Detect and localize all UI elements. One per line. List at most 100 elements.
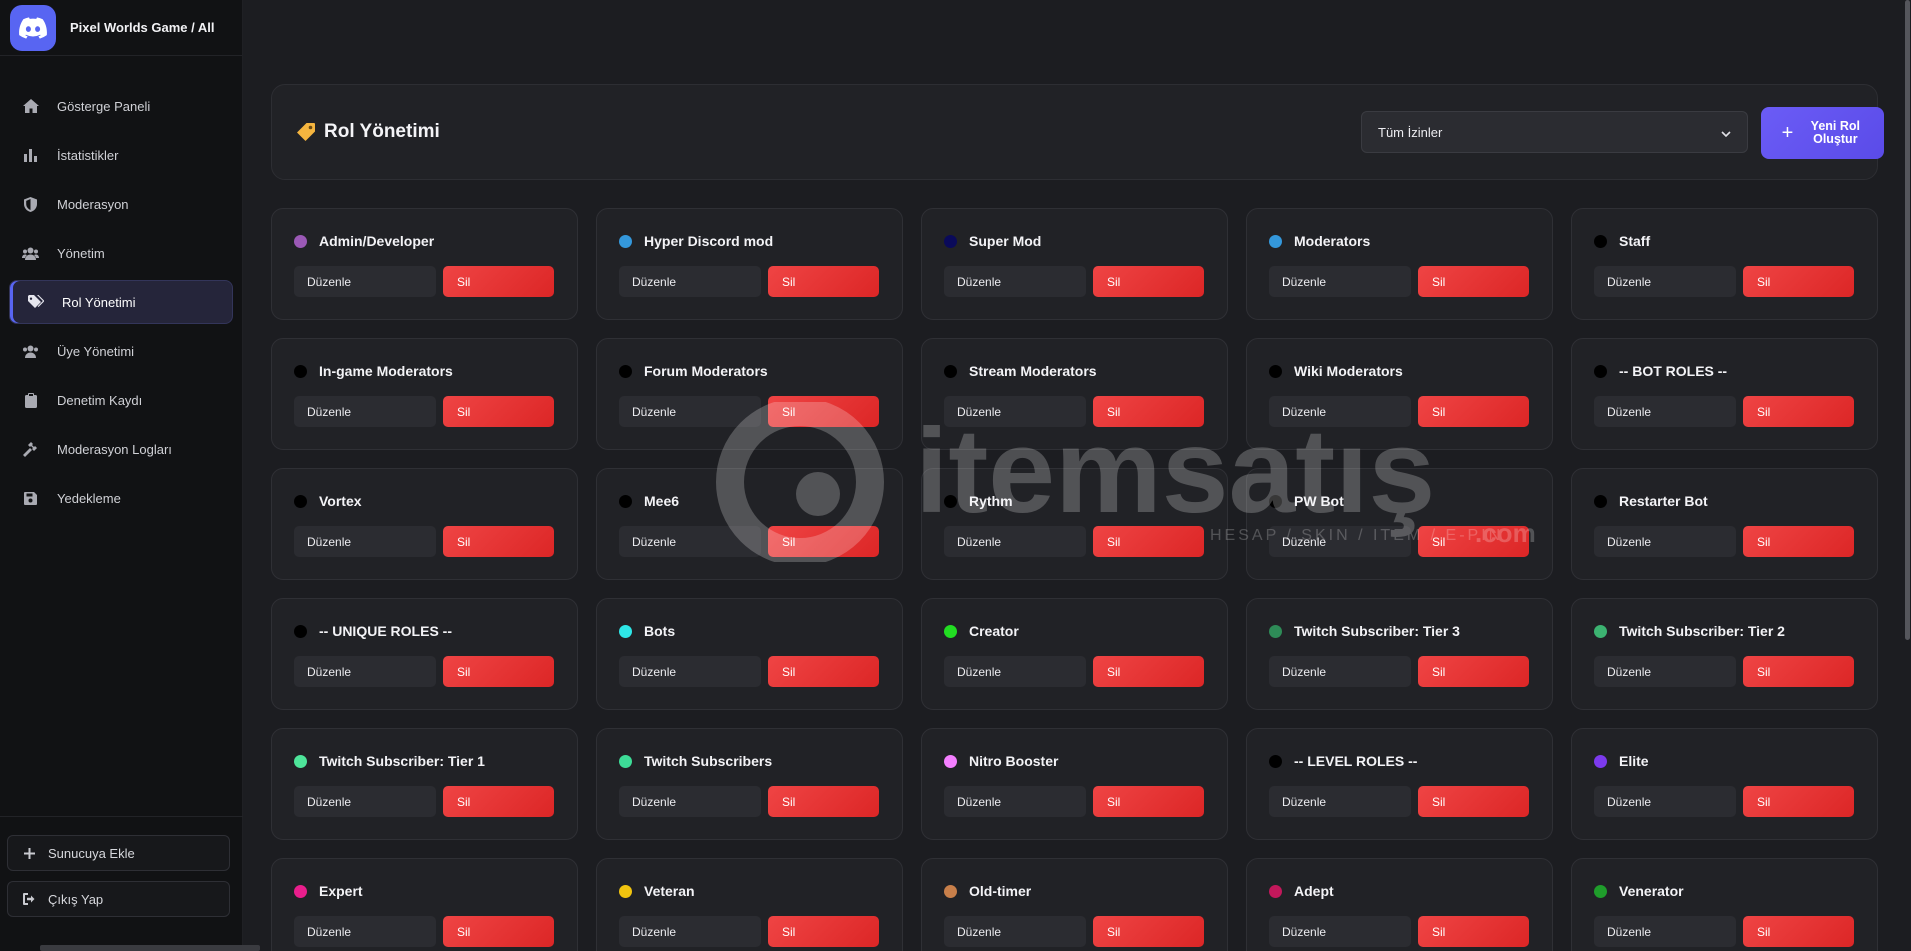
- edit-role-button[interactable]: Düzenle: [1594, 266, 1736, 297]
- delete-role-button[interactable]: Sil: [1418, 526, 1529, 557]
- edit-role-button[interactable]: Düzenle: [944, 786, 1086, 817]
- role-card: PW Bot Düzenle Sil: [1246, 468, 1553, 580]
- role-name: Bots: [644, 623, 676, 639]
- delete-role-button[interactable]: Sil: [1743, 526, 1854, 557]
- create-role-button[interactable]: + Yeni Rol Oluştur: [1761, 107, 1884, 159]
- edit-role-button[interactable]: Düzenle: [1594, 396, 1736, 427]
- edit-role-button[interactable]: Düzenle: [944, 396, 1086, 427]
- edit-role-button[interactable]: Düzenle: [619, 656, 761, 687]
- delete-role-button[interactable]: Sil: [768, 526, 879, 557]
- role-header: Twitch Subscriber: Tier 2: [1594, 623, 1855, 639]
- role-actions: Düzenle Sil: [619, 656, 880, 687]
- edit-role-button[interactable]: Düzenle: [294, 656, 436, 687]
- delete-role-button[interactable]: Sil: [768, 396, 879, 427]
- role-card: Veteran Düzenle Sil: [596, 858, 903, 951]
- permission-filter-select[interactable]: Tüm İzinler: [1361, 111, 1748, 153]
- edit-role-button[interactable]: Düzenle: [619, 266, 761, 297]
- sidebar-item-member-management[interactable]: Üye Yönetimi: [9, 329, 233, 373]
- edit-role-button[interactable]: Düzenle: [1269, 916, 1411, 947]
- edit-role-button[interactable]: Düzenle: [294, 396, 436, 427]
- role-color-dot: [1594, 494, 1607, 508]
- role-card: Wiki Moderators Düzenle Sil: [1246, 338, 1553, 450]
- role-actions: Düzenle Sil: [619, 916, 880, 947]
- edit-role-button[interactable]: Düzenle: [294, 786, 436, 817]
- role-card: Nitro Booster Düzenle Sil: [921, 728, 1228, 840]
- edit-role-button[interactable]: Düzenle: [1269, 526, 1411, 557]
- delete-role-button[interactable]: Sil: [768, 916, 879, 947]
- role-actions: Düzenle Sil: [294, 396, 555, 427]
- role-name: Staff: [1619, 233, 1651, 249]
- delete-role-button[interactable]: Sil: [1418, 786, 1529, 817]
- role-header: -- LEVEL ROLES --: [1269, 753, 1530, 769]
- edit-role-button[interactable]: Düzenle: [1594, 656, 1736, 687]
- delete-role-button[interactable]: Sil: [443, 786, 554, 817]
- sidebar-item-dashboard[interactable]: Gösterge Paneli: [9, 84, 233, 128]
- delete-role-button[interactable]: Sil: [443, 656, 554, 687]
- role-name: Stream Moderators: [969, 363, 1097, 379]
- edit-role-button[interactable]: Düzenle: [944, 526, 1086, 557]
- edit-role-button[interactable]: Düzenle: [1269, 396, 1411, 427]
- delete-role-button[interactable]: Sil: [1093, 526, 1204, 557]
- sidebar-item-moderation[interactable]: Moderasyon: [9, 182, 233, 226]
- edit-role-button[interactable]: Düzenle: [619, 916, 761, 947]
- delete-role-button[interactable]: Sil: [1418, 396, 1529, 427]
- edit-role-button[interactable]: Düzenle: [619, 786, 761, 817]
- role-header: Vortex: [294, 493, 555, 509]
- delete-role-button[interactable]: Sil: [1093, 656, 1204, 687]
- delete-role-button[interactable]: Sil: [443, 526, 554, 557]
- delete-role-button[interactable]: Sil: [1743, 786, 1854, 817]
- edit-role-button[interactable]: Düzenle: [1269, 786, 1411, 817]
- sidebar-item-management[interactable]: Yönetim: [9, 231, 233, 275]
- role-header: Elite: [1594, 753, 1855, 769]
- edit-role-button[interactable]: Düzenle: [1594, 526, 1736, 557]
- edit-role-button[interactable]: Düzenle: [1594, 786, 1736, 817]
- delete-role-button[interactable]: Sil: [1743, 916, 1854, 947]
- page-scrollbar[interactable]: [1904, 0, 1911, 951]
- delete-role-button[interactable]: Sil: [1093, 266, 1204, 297]
- role-color-dot: [1594, 754, 1607, 768]
- edit-role-button[interactable]: Düzenle: [294, 916, 436, 947]
- edit-role-button[interactable]: Düzenle: [1269, 266, 1411, 297]
- edit-role-button[interactable]: Düzenle: [619, 396, 761, 427]
- main-content: Rol Yönetimi Tüm İzinler + Yeni Rol Oluş…: [243, 0, 1911, 951]
- delete-role-button[interactable]: Sil: [768, 656, 879, 687]
- delete-role-button[interactable]: Sil: [1743, 266, 1854, 297]
- horizontal-scrollbar[interactable]: [40, 945, 260, 951]
- edit-role-button[interactable]: Düzenle: [294, 526, 436, 557]
- edit-role-button[interactable]: Düzenle: [944, 656, 1086, 687]
- sidebar-item-backup[interactable]: Yedekleme: [9, 476, 233, 520]
- delete-role-button[interactable]: Sil: [1093, 396, 1204, 427]
- delete-role-button[interactable]: Sil: [1743, 396, 1854, 427]
- discord-icon[interactable]: [10, 4, 56, 51]
- sidebar-item-role-management[interactable]: Rol Yönetimi: [9, 280, 233, 324]
- delete-role-button[interactable]: Sil: [1418, 656, 1529, 687]
- logout-button[interactable]: Çıkış Yap: [7, 881, 230, 917]
- sidebar-item-audit-log[interactable]: Denetim Kaydı: [9, 378, 233, 422]
- delete-role-button[interactable]: Sil: [443, 916, 554, 947]
- delete-role-button[interactable]: Sil: [1093, 786, 1204, 817]
- page-scrollbar-thumb[interactable]: [1905, 0, 1910, 640]
- edit-role-button[interactable]: Düzenle: [1269, 656, 1411, 687]
- delete-role-button[interactable]: Sil: [1418, 916, 1529, 947]
- role-name: Old-timer: [969, 883, 1032, 899]
- delete-role-button[interactable]: Sil: [443, 396, 554, 427]
- role-card: Expert Düzenle Sil: [271, 858, 578, 951]
- delete-role-button[interactable]: Sil: [443, 266, 554, 297]
- delete-role-button[interactable]: Sil: [1743, 656, 1854, 687]
- sidebar-item-moderation-logs[interactable]: Moderasyon Logları: [9, 427, 233, 471]
- role-color-dot: [619, 624, 632, 638]
- delete-role-button[interactable]: Sil: [1418, 266, 1529, 297]
- delete-role-button[interactable]: Sil: [768, 266, 879, 297]
- delete-role-button[interactable]: Sil: [1093, 916, 1204, 947]
- delete-role-button[interactable]: Sil: [768, 786, 879, 817]
- role-name: Creator: [969, 623, 1019, 639]
- edit-role-button[interactable]: Düzenle: [294, 266, 436, 297]
- sidebar-item-statistics[interactable]: İstatistikler: [9, 133, 233, 177]
- edit-role-button[interactable]: Düzenle: [944, 916, 1086, 947]
- role-name: Veteran: [644, 883, 695, 899]
- edit-role-button[interactable]: Düzenle: [1594, 916, 1736, 947]
- role-color-dot: [619, 364, 632, 378]
- edit-role-button[interactable]: Düzenle: [619, 526, 761, 557]
- add-to-server-button[interactable]: Sunucuya Ekle: [7, 835, 230, 871]
- edit-role-button[interactable]: Düzenle: [944, 266, 1086, 297]
